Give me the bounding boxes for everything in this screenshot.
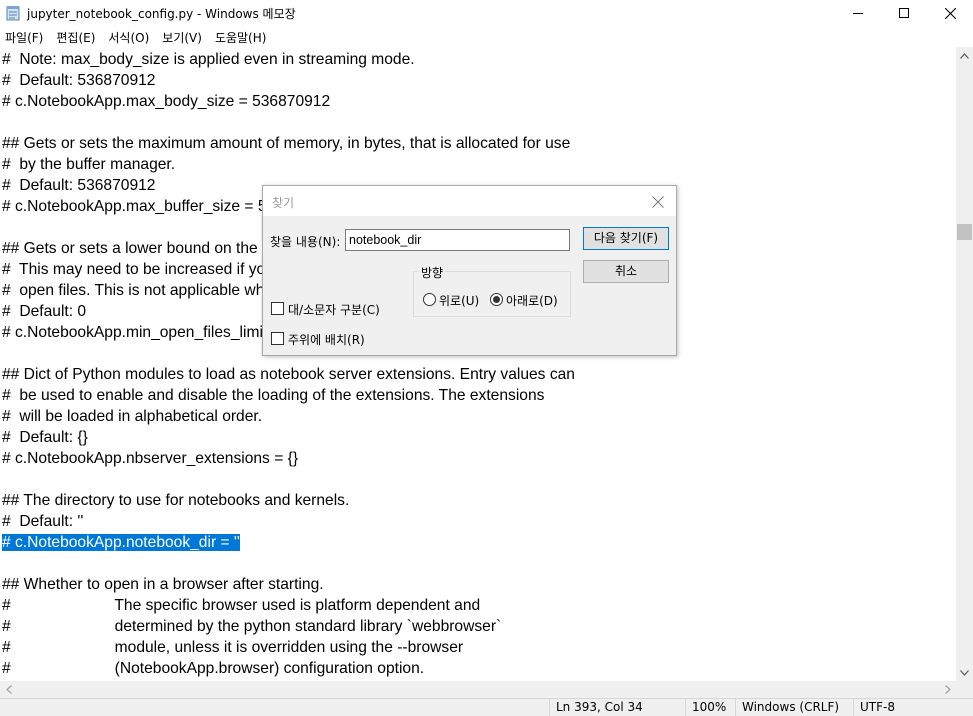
menu-file[interactable]: 파일(F) xyxy=(0,26,50,46)
scroll-left-arrow-icon[interactable] xyxy=(0,681,17,698)
close-button[interactable] xyxy=(927,0,973,26)
horizontal-scrollbar[interactable] xyxy=(0,681,956,698)
menu-format[interactable]: 서식(O) xyxy=(102,26,156,46)
editor-line: # (NotebookApp.browser) configuration op… xyxy=(2,660,425,677)
find-dialog: 찾기 찾을 내용(N): notebook_dir 다음 찾기(F) 취소 방향… xyxy=(262,185,677,356)
editor-line: # c.NotebookApp.notebook_dir = '' xyxy=(2,532,240,553)
wrap-around-label[interactable]: 주위에 배치(R) xyxy=(288,331,365,348)
editor-line: # determined by the python standard libr… xyxy=(2,618,502,635)
editor-line: # Note: max_body_size is applied even in… xyxy=(2,51,415,68)
title-bar[interactable]: jupyter_notebook_config.py - Windows 메모장 xyxy=(0,0,973,26)
notepad-icon xyxy=(6,5,20,21)
status-line-ending: Windows (CRLF) xyxy=(735,699,853,716)
editor-line: # Default: 0 xyxy=(2,303,87,320)
menu-help[interactable]: 도움말(H) xyxy=(209,26,274,46)
editor-line: # by the buffer manager. xyxy=(2,156,176,173)
status-position: Ln 393, Col 34 xyxy=(549,699,685,716)
editor-line: # Default: {} xyxy=(2,429,88,446)
direction-up-radio[interactable] xyxy=(423,293,436,306)
editor-line: # c.NotebookApp.nbserver_extensions = {} xyxy=(2,450,299,467)
editor-line: # c.NotebookApp.min_open_files_limit = 0 xyxy=(2,324,294,341)
editor-line: # be used to enable and disable the load… xyxy=(2,387,545,404)
editor-line: # will be loaded in alphabetical order. xyxy=(2,408,263,425)
maximize-icon xyxy=(899,8,909,18)
editor-line: # module, unless it is overridden using … xyxy=(2,639,464,656)
close-icon xyxy=(944,7,956,19)
menu-view[interactable]: 보기(V) xyxy=(156,26,209,46)
menu-bar: 파일(F) 편집(E) 서식(O) 보기(V) 도움말(H) xyxy=(0,26,973,46)
status-bar: Ln 393, Col 34 100% Windows (CRLF) UTF-8 xyxy=(0,698,973,716)
direction-down-label[interactable]: 아래로(D) xyxy=(506,292,558,309)
editor-line: ## Dict of Python modules to load as not… xyxy=(2,366,575,383)
direction-down-radio[interactable] xyxy=(490,293,503,306)
menu-edit[interactable]: 편집(E) xyxy=(50,26,102,46)
minimize-button[interactable] xyxy=(835,0,881,26)
find-what-input[interactable]: notebook_dir xyxy=(345,229,570,251)
minimize-icon xyxy=(853,13,863,14)
direction-label: 방향 xyxy=(419,264,446,281)
find-dialog-title-bar[interactable]: 찾기 xyxy=(263,186,676,216)
editor-line: # Default: 536870912 xyxy=(2,72,156,89)
scroll-right-arrow-icon[interactable] xyxy=(939,681,956,698)
status-encoding: UTF-8 xyxy=(853,699,973,716)
find-dialog-title: 찾기 xyxy=(272,196,295,210)
direction-up-label[interactable]: 위로(U) xyxy=(439,292,479,309)
match-case-label[interactable]: 대/소문자 구분(C) xyxy=(288,301,380,318)
scroll-up-arrow-icon[interactable] xyxy=(956,47,973,64)
close-icon[interactable] xyxy=(651,194,665,208)
text-editor[interactable]: # Note: max_body_size is applied even in… xyxy=(0,47,956,681)
vertical-scrollbar[interactable] xyxy=(956,47,973,681)
find-what-label: 찾을 내용(N): xyxy=(270,235,341,249)
maximize-button[interactable] xyxy=(881,0,927,26)
vertical-scroll-thumb[interactable] xyxy=(957,224,972,240)
cancel-button[interactable]: 취소 xyxy=(583,260,669,283)
scroll-down-arrow-icon[interactable] xyxy=(956,664,973,681)
scrollbar-corner xyxy=(956,681,973,698)
selected-text: # c.NotebookApp.notebook_dir = '' xyxy=(2,534,240,551)
match-case-checkbox[interactable] xyxy=(271,302,284,315)
editor-line: ## The directory to use for notebooks an… xyxy=(2,492,350,509)
editor-line: ## Whether to open in a browser after st… xyxy=(2,576,324,593)
editor-line: # Default: '' xyxy=(2,513,84,530)
editor-line: # c.NotebookApp.max_body_size = 53687091… xyxy=(2,93,331,110)
wrap-around-checkbox[interactable] xyxy=(271,332,284,345)
editor-line: # Default: 536870912 xyxy=(2,177,156,194)
window-title: jupyter_notebook_config.py - Windows 메모장 xyxy=(27,7,296,21)
status-zoom: 100% xyxy=(685,699,735,716)
editor-line: # The specific browser used is platform … xyxy=(2,597,481,614)
find-next-button[interactable]: 다음 찾기(F) xyxy=(583,227,669,250)
editor-line: ## Gets or sets the maximum amount of me… xyxy=(2,135,571,152)
